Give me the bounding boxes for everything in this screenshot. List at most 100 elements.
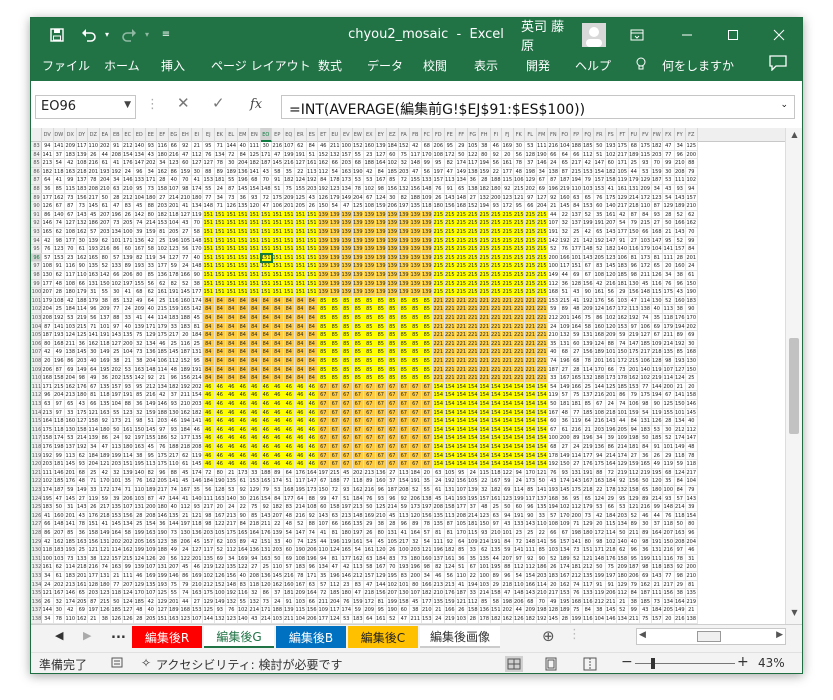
- cell[interactable]: 221: [525, 296, 537, 306]
- cell[interactable]: 53: [65, 434, 77, 443]
- cell[interactable]: 221: [456, 305, 468, 314]
- cell[interactable]: 221: [433, 365, 445, 375]
- cell[interactable]: 166: [341, 520, 353, 529]
- cell[interactable]: 35: [548, 339, 560, 349]
- cell[interactable]: 215: [456, 245, 468, 254]
- cell[interactable]: 78: [421, 520, 433, 529]
- cell[interactable]: 215: [513, 279, 525, 289]
- cell[interactable]: 84: [237, 357, 249, 366]
- cell[interactable]: 85: [352, 305, 364, 314]
- cell[interactable]: 84: [306, 322, 318, 332]
- cell[interactable]: 73: [111, 219, 123, 228]
- cell[interactable]: 83: [122, 202, 134, 211]
- cell[interactable]: 160: [364, 142, 376, 151]
- cell[interactable]: 154: [513, 400, 525, 409]
- cell[interactable]: 137: [536, 494, 548, 504]
- row-header[interactable]: 120: [31, 460, 42, 469]
- cell[interactable]: 85: [421, 374, 433, 383]
- cell[interactable]: 46: [306, 451, 318, 461]
- cell[interactable]: 166: [444, 606, 456, 615]
- cell[interactable]: 204: [88, 460, 100, 469]
- cell[interactable]: 85: [421, 357, 433, 366]
- cell[interactable]: 219: [444, 615, 456, 624]
- cell[interactable]: 110: [88, 142, 100, 151]
- cell[interactable]: 150: [318, 202, 330, 211]
- cell[interactable]: 139: [329, 228, 341, 237]
- comments-icon[interactable]: [769, 55, 787, 74]
- cell[interactable]: 221: [456, 296, 468, 306]
- cell[interactable]: 46: [283, 417, 295, 426]
- cell[interactable]: 183: [548, 572, 560, 581]
- cell[interactable]: 89: [640, 494, 652, 504]
- cell[interactable]: 151: [237, 228, 249, 237]
- cell[interactable]: 52: [674, 236, 686, 246]
- cell[interactable]: 85: [387, 365, 399, 375]
- cell[interactable]: 154: [536, 391, 548, 400]
- cell[interactable]: 165: [42, 228, 54, 237]
- cell[interactable]: 214: [467, 511, 479, 521]
- cell[interactable]: 24: [571, 443, 583, 452]
- column-header[interactable]: FA: [399, 128, 410, 142]
- cell[interactable]: 73: [582, 511, 594, 521]
- cell[interactable]: 122: [502, 468, 514, 478]
- cell[interactable]: 177: [42, 193, 54, 203]
- cell[interactable]: 101: [479, 563, 491, 572]
- row-header[interactable]: 105: [31, 331, 42, 340]
- cell[interactable]: 85: [398, 322, 410, 332]
- cell[interactable]: 130: [42, 271, 54, 280]
- cell[interactable]: 151: [306, 228, 318, 237]
- cell[interactable]: 49: [168, 546, 180, 555]
- redo-dropdown-icon[interactable]: ▾: [142, 18, 152, 51]
- cell[interactable]: 103: [617, 296, 629, 306]
- cell[interactable]: 97: [157, 425, 169, 435]
- cell[interactable]: 84: [306, 374, 318, 383]
- cell[interactable]: 42: [65, 159, 77, 168]
- cell[interactable]: 151: [237, 279, 249, 289]
- cell[interactable]: 144: [42, 606, 54, 615]
- cell[interactable]: 27: [571, 348, 583, 357]
- cell[interactable]: 46: [283, 425, 295, 435]
- cell[interactable]: 140: [617, 245, 629, 254]
- cell[interactable]: 172: [502, 202, 514, 211]
- cell[interactable]: 111: [433, 537, 445, 547]
- cell[interactable]: 151: [214, 262, 226, 271]
- cell[interactable]: 154: [490, 417, 502, 426]
- cell[interactable]: 100: [42, 554, 54, 564]
- cell[interactable]: 139: [410, 236, 422, 246]
- cell[interactable]: 131: [628, 185, 640, 194]
- cell[interactable]: 62: [53, 228, 65, 237]
- cell[interactable]: 221: [513, 348, 525, 357]
- cell[interactable]: 139: [341, 288, 353, 297]
- cell[interactable]: 87: [53, 365, 65, 375]
- cell[interactable]: 67: [410, 451, 422, 461]
- cell[interactable]: 215: [479, 210, 491, 220]
- cell[interactable]: 57: [283, 563, 295, 572]
- cell[interactable]: 221: [467, 322, 479, 332]
- cell[interactable]: 145: [65, 460, 77, 469]
- cell[interactable]: 30: [387, 193, 399, 203]
- cell[interactable]: 137: [99, 314, 111, 323]
- cell[interactable]: 143: [605, 228, 617, 237]
- cell[interactable]: 205: [134, 537, 146, 547]
- cell[interactable]: 132: [122, 296, 134, 306]
- cell[interactable]: 173: [306, 486, 318, 495]
- cell[interactable]: 85: [341, 339, 353, 349]
- cell[interactable]: 52: [168, 434, 180, 443]
- cell[interactable]: 33: [168, 322, 180, 332]
- cell[interactable]: 55: [168, 589, 180, 598]
- column-header[interactable]: FP: [571, 128, 583, 142]
- cell[interactable]: 183: [295, 563, 307, 572]
- cell[interactable]: 33: [467, 546, 479, 555]
- cell[interactable]: 69: [502, 486, 514, 495]
- cell[interactable]: 48: [571, 305, 583, 314]
- cell[interactable]: 139: [272, 529, 284, 538]
- column-header[interactable]: FO: [560, 128, 571, 142]
- cell[interactable]: 154: [433, 443, 445, 452]
- cell[interactable]: 84: [214, 365, 226, 375]
- cell[interactable]: 221: [525, 374, 537, 383]
- cell[interactable]: 129: [617, 580, 629, 590]
- cell[interactable]: 41: [191, 176, 203, 185]
- cell[interactable]: 74: [306, 529, 318, 538]
- cell[interactable]: 136: [479, 606, 491, 615]
- cell[interactable]: 148: [352, 511, 364, 521]
